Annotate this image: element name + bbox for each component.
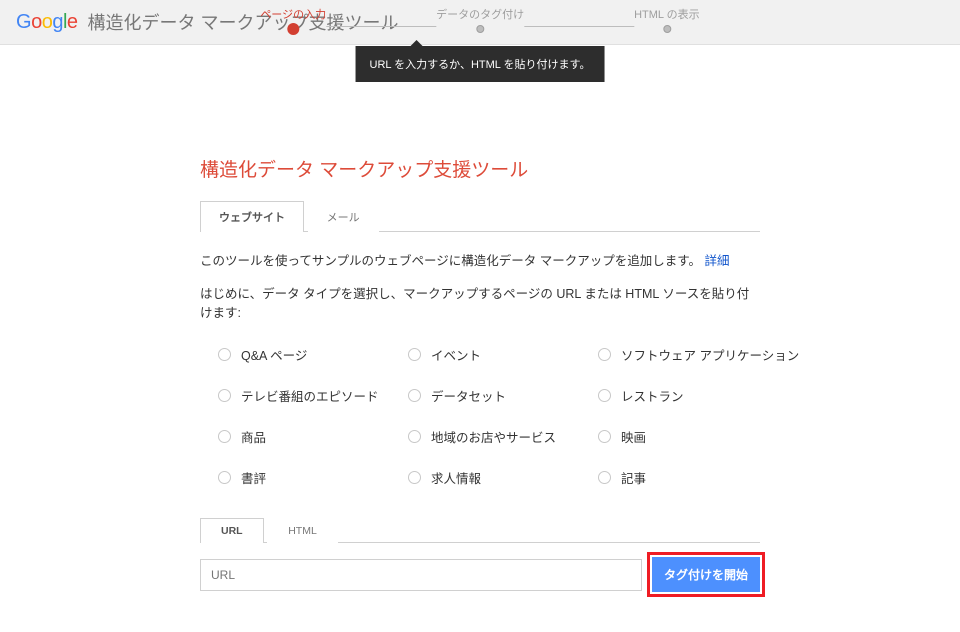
radio-icon — [218, 348, 231, 361]
radio-icon — [218, 471, 231, 484]
radio-label: イベント — [431, 345, 481, 364]
radio-option[interactable]: 映画 — [598, 427, 818, 446]
radio-label: 商品 — [241, 427, 266, 446]
header: Google 構造化データ マークアップ支援ツール ページの入力 データのタグ付… — [0, 0, 960, 45]
radio-label: レストラン — [621, 386, 684, 405]
radio-icon — [408, 471, 421, 484]
radio-label: 記事 — [621, 468, 646, 487]
radio-icon — [218, 389, 231, 402]
radio-option[interactable]: テレビ番組のエピソード — [218, 386, 408, 405]
radio-label: ソフトウェア アプリケーション — [621, 345, 799, 364]
step-2[interactable]: データのタグ付け — [436, 6, 524, 33]
radio-icon — [408, 430, 421, 443]
intro-text: このツールを使ってサンプルのウェブページに構造化データ マークアップを追加します… — [200, 250, 760, 269]
radio-option[interactable]: データセット — [408, 386, 598, 405]
radio-option[interactable]: 書評 — [218, 468, 408, 487]
radio-label: Q&A ページ — [241, 345, 307, 364]
radio-label: 書評 — [241, 468, 266, 487]
tooltip: URL を入力するか、HTML を貼り付けます。 — [356, 46, 605, 82]
radio-option[interactable]: 求人情報 — [408, 468, 598, 487]
stepper: ページの入力 データのタグ付け HTML の表示 — [260, 6, 699, 35]
radio-option[interactable]: イベント — [408, 345, 598, 364]
radio-option[interactable]: 記事 — [598, 468, 818, 487]
url-input[interactable] — [200, 559, 642, 591]
radio-label: 地域のお店やサービス — [431, 427, 556, 446]
subintro-text: はじめに、データ タイプを選択し、マークアップするページの URL または HT… — [200, 283, 760, 321]
radio-label: データセット — [431, 386, 506, 405]
radio-icon — [408, 389, 421, 402]
details-link[interactable]: 詳細 — [704, 254, 729, 268]
input-tab-html[interactable]: HTML — [267, 518, 338, 543]
radio-icon — [598, 389, 611, 402]
tab-website[interactable]: ウェブサイト — [200, 201, 304, 232]
radio-icon — [598, 430, 611, 443]
start-tagging-button[interactable]: タグ付けを開始 — [652, 557, 760, 592]
radio-label: 求人情報 — [431, 468, 481, 487]
radio-label: テレビ番組のエピソード — [241, 386, 379, 405]
input-tabs: URL HTML — [200, 517, 760, 543]
step-1[interactable]: ページの入力 — [260, 6, 326, 35]
radio-option[interactable]: レストラン — [598, 386, 818, 405]
data-type-options: Q&A ページイベントソフトウェア アプリケーションテレビ番組のエピソードデータ… — [218, 345, 760, 487]
content-tabs: ウェブサイト メール — [200, 200, 760, 232]
radio-icon — [598, 348, 611, 361]
page-title: 構造化データ マークアップ支援ツール — [200, 155, 760, 182]
radio-icon — [408, 348, 421, 361]
main-content: 構造化データ マークアップ支援ツール ウェブサイト メール このツールを使ってサ… — [180, 45, 780, 632]
tab-mail[interactable]: メール — [308, 201, 379, 232]
google-logo: Google — [16, 11, 78, 34]
radio-icon — [598, 471, 611, 484]
radio-option[interactable]: 商品 — [218, 427, 408, 446]
radio-option[interactable]: Q&A ページ — [218, 345, 408, 364]
radio-option[interactable]: ソフトウェア アプリケーション — [598, 345, 818, 364]
radio-icon — [218, 430, 231, 443]
radio-option[interactable]: 地域のお店やサービス — [408, 427, 598, 446]
step-3[interactable]: HTML の表示 — [634, 6, 700, 33]
input-tab-url[interactable]: URL — [200, 518, 264, 543]
radio-label: 映画 — [621, 427, 646, 446]
